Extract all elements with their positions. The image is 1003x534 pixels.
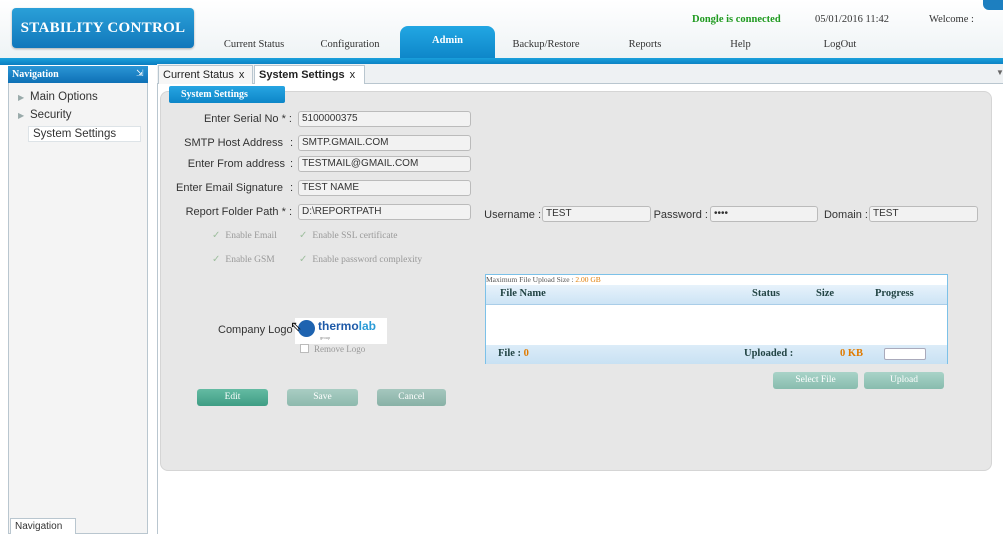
serial-number-field[interactable]: 5100000375: [298, 111, 471, 127]
cancel-button[interactable]: Cancel: [377, 389, 446, 406]
file-count-label: File :: [498, 348, 522, 359]
smtp-label: SMTP Host Address: [184, 137, 283, 149]
tab-current-status[interactable]: Current Status x: [158, 65, 253, 84]
close-icon[interactable]: x: [350, 69, 356, 81]
tab-scroll-icon[interactable]: ▼: [996, 68, 1003, 77]
expand-arrow-icon: ▶: [18, 111, 25, 120]
save-button[interactable]: Save: [287, 389, 358, 406]
nav-item-label: Security: [30, 109, 72, 121]
file-count: File : 0: [498, 348, 529, 359]
uploaded-label: Uploaded :: [744, 348, 794, 359]
grid-footer: [486, 345, 947, 364]
smtp-host-field[interactable]: SMTP.GMAIL.COM: [298, 135, 471, 151]
enable-email-checkbox[interactable]: ✓ Enable Email: [212, 230, 277, 241]
edit-button[interactable]: Edit: [197, 389, 268, 406]
tab-label: System Settings: [259, 69, 345, 81]
column-size[interactable]: Size: [816, 288, 834, 299]
pin-icon[interactable]: ⇲: [136, 68, 146, 80]
remove-logo-checkbox[interactable]: Remove Logo: [300, 344, 365, 354]
company-logo-label: Company Logo: [218, 324, 293, 336]
checkbox-label: Remove Logo: [314, 344, 366, 354]
menu-configuration[interactable]: Configuration: [306, 34, 394, 58]
colon-separator: :: [290, 182, 294, 194]
window-corner-tab[interactable]: [983, 0, 1003, 10]
logo-wordmark: thermolab: [318, 319, 376, 333]
menu-help[interactable]: Help: [718, 34, 763, 58]
logo-text-main: thermo: [318, 319, 359, 333]
checkbox-label: Enable GSM: [225, 255, 275, 265]
password-label: Password :: [653, 209, 708, 221]
nav-item-main-options[interactable]: ▶ Main Options: [18, 91, 98, 103]
max-upload-size: Maximum File Upload Size : 2.00 GB: [486, 275, 601, 284]
welcome-text: Welcome :: [929, 14, 974, 25]
upload-button[interactable]: Upload: [864, 372, 944, 389]
dongle-status: Dongle is connected: [692, 14, 781, 25]
max-size-value: 2.00 GB: [575, 275, 601, 284]
domain-field[interactable]: TEST: [869, 206, 978, 222]
nav-item-label: Main Options: [30, 91, 98, 103]
checkmark-icon: ✓: [212, 254, 221, 265]
navigation-bottom-tab[interactable]: Navigation: [10, 518, 76, 534]
datetime-display: 05/01/2016 11:42: [815, 14, 889, 25]
username-label: Username :: [484, 209, 541, 221]
menu-current-status[interactable]: Current Status: [210, 34, 298, 58]
close-icon[interactable]: x: [239, 69, 245, 81]
email-signature-field[interactable]: TEST NAME: [298, 180, 471, 196]
upload-progress-bar: [884, 348, 926, 360]
panel-title: System Settings: [169, 86, 285, 103]
checkmark-icon: ✓: [299, 254, 308, 265]
uploaded-size-value: 0 KB: [840, 348, 864, 359]
report-path-label: Report Folder Path * :: [185, 206, 292, 218]
enable-gsm-checkbox[interactable]: ✓ Enable GSM: [212, 254, 275, 265]
menu-reports[interactable]: Reports: [610, 34, 680, 58]
column-file-name[interactable]: File Name: [500, 288, 546, 299]
column-status[interactable]: Status: [752, 288, 780, 299]
mouse-cursor-icon: ⇖: [290, 318, 302, 334]
navigation-header: Navigation: [8, 66, 148, 83]
tab-system-settings[interactable]: System Settings x: [254, 65, 365, 84]
colon-separator: :: [290, 137, 294, 149]
colon-separator: :: [290, 158, 294, 170]
checkmark-icon: ✓: [299, 230, 308, 241]
uploaded-size: 0 KB: [840, 348, 863, 359]
checkbox-box: [300, 344, 309, 353]
logo-text-accent: lab: [358, 319, 377, 333]
menu-backup-restore[interactable]: Backup/Restore: [496, 34, 596, 58]
nav-item-system-settings[interactable]: System Settings: [28, 126, 141, 142]
signature-label: Enter Email Signature: [176, 182, 283, 194]
domain-label: Domain :: [823, 209, 868, 221]
checkbox-label: Enable Email: [225, 231, 277, 241]
enable-password-complexity-checkbox[interactable]: ✓ Enable password complexity: [299, 254, 422, 265]
from-address-label: Enter From address: [187, 158, 285, 170]
select-file-button[interactable]: Select File: [773, 372, 858, 389]
menu-admin[interactable]: Admin: [400, 26, 495, 58]
nav-item-security[interactable]: ▶ Security: [18, 109, 72, 121]
expand-arrow-icon: ▶: [18, 93, 25, 102]
max-size-label: Maximum File Upload Size :: [486, 275, 574, 284]
checkbox-label: Enable SSL certificate: [312, 231, 398, 241]
tab-label: Current Status: [163, 69, 234, 81]
from-address-field[interactable]: TESTMAIL@GMAIL.COM: [298, 156, 471, 172]
brand-logo: STABILITY CONTROL: [12, 8, 194, 48]
serial-label: Enter Serial No * :: [203, 113, 292, 125]
file-count-value: 0: [523, 348, 529, 359]
checkbox-label: Enable password complexity: [312, 255, 423, 265]
column-progress[interactable]: Progress: [875, 288, 914, 299]
menu-logout[interactable]: LogOut: [810, 34, 870, 58]
checkmark-icon: ✓: [212, 230, 221, 241]
logo-subtitle: group: [320, 335, 331, 340]
enable-ssl-checkbox[interactable]: ✓ Enable SSL certificate: [299, 230, 398, 241]
